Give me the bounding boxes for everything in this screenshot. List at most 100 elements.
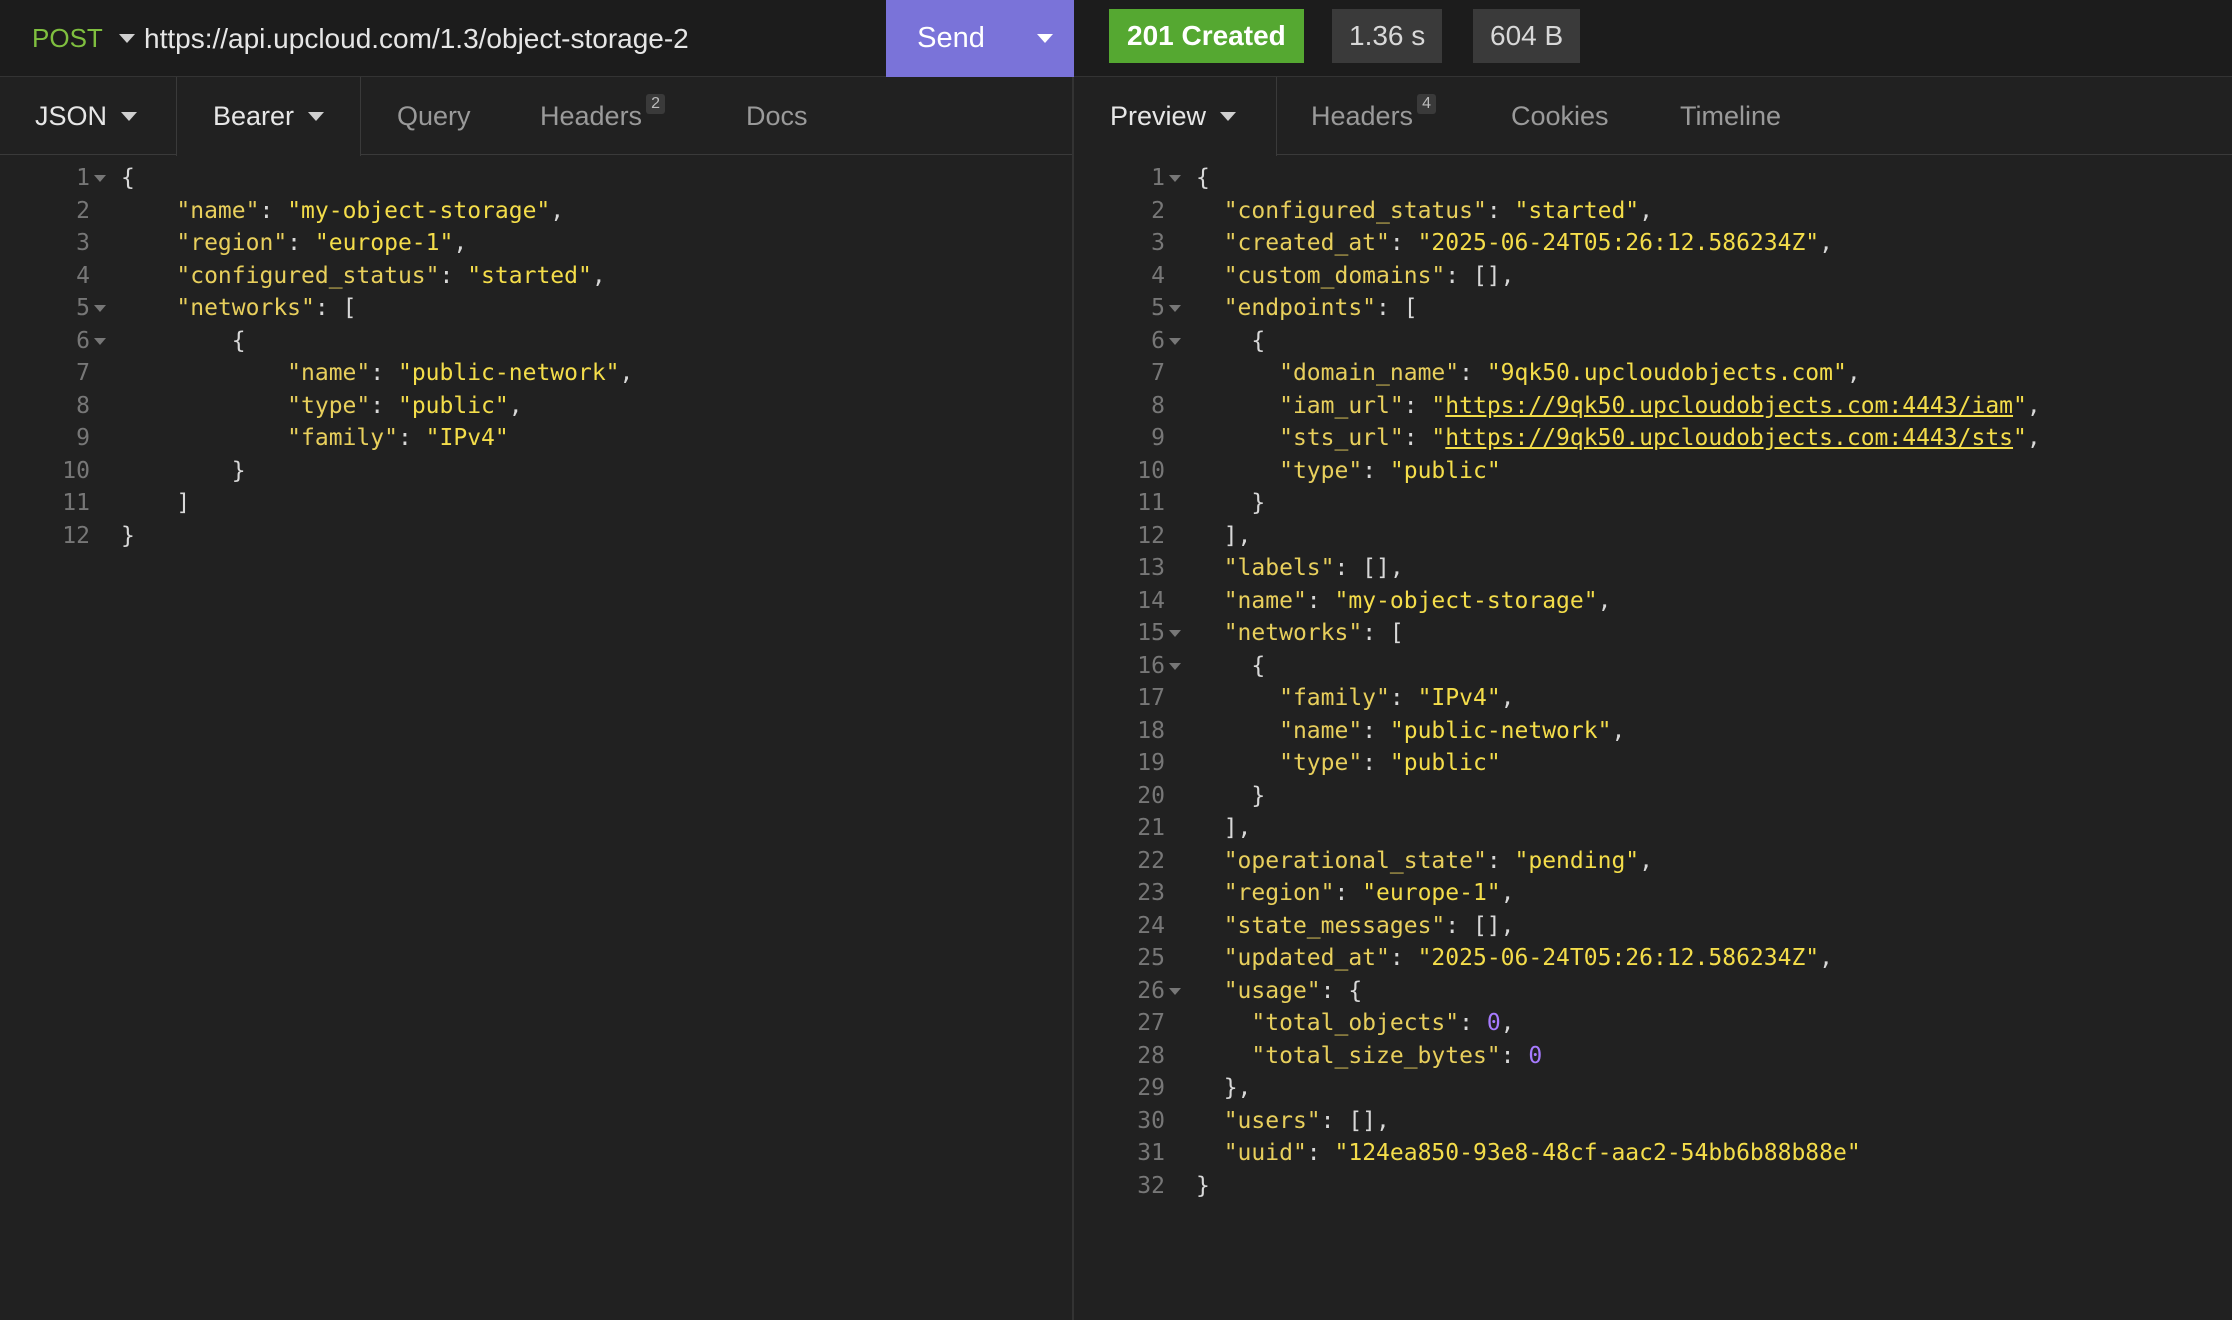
json-key: "labels" [1223, 555, 1335, 581]
json-number: 0 [1528, 1042, 1543, 1069]
code-line: 9 "family": "IPv4" [0, 422, 1072, 455]
code-line: 14 "name": "my-object-storage", [1076, 585, 2232, 618]
code-line: 18 "name": "public-network", [1076, 715, 2232, 748]
code-text: } [1196, 487, 1265, 520]
json-punct: : [370, 360, 398, 386]
json-link[interactable]: https://9qk50.upcloudobjects.com:4443/ia… [1445, 393, 2013, 419]
json-punct [121, 263, 176, 289]
tab-preview[interactable]: Preview [1076, 77, 1278, 156]
tab-query[interactable]: Query [397, 77, 471, 155]
fold-toggle-icon[interactable] [1169, 337, 1181, 345]
code-text: "total_objects": 0, [1196, 1007, 1514, 1040]
fold-toggle-icon[interactable] [94, 305, 106, 312]
method-dropdown[interactable]: POST [32, 0, 135, 77]
code-line: 5 "networks": [ [0, 292, 1072, 325]
code-text: { [121, 162, 135, 195]
json-key: "type" [287, 392, 371, 419]
line-number: 1 [1151, 165, 1165, 191]
code-text: "name": "public-network", [1196, 715, 1625, 748]
request-body-editor[interactable]: 1{2 "name": "my-object-storage", 3 "regio… [0, 162, 1072, 552]
json-punct: , [2026, 425, 2041, 451]
line-number: 28 [1137, 1042, 1165, 1069]
code-text: "region": "europe-1", [121, 227, 467, 260]
json-punct: : [ [1376, 295, 1418, 321]
url-input[interactable]: https://api.upcloud.com/1.3/object-stora… [144, 0, 884, 77]
json-punct [1196, 230, 1224, 256]
tab-auth[interactable]: Bearer [176, 77, 362, 156]
tab-cookies[interactable]: Cookies [1511, 77, 1609, 155]
line-number: 23 [1137, 880, 1165, 906]
line-number: 4 [1151, 262, 1165, 289]
code-line: 29 }, [1076, 1072, 2232, 1105]
json-punct: : [1486, 197, 1515, 224]
line-number: 25 [1137, 945, 1165, 971]
code-line: 8 "iam_url": "https://9qk50.upcloudobjec… [1076, 390, 2232, 423]
code-line: 12} [0, 520, 1072, 553]
json-punct: : [], [1334, 555, 1404, 581]
send-options-dropdown[interactable] [1016, 0, 1074, 77]
json-key: "family" [1279, 685, 1390, 711]
json-punct [1196, 458, 1279, 484]
line-number: 22 [1137, 847, 1165, 874]
code-line: 2 "configured_status": "started", [1076, 195, 2232, 228]
fold-toggle-icon[interactable] [1169, 987, 1181, 995]
fold-toggle-icon[interactable] [1169, 305, 1181, 312]
tab-headers[interactable]: Headers 2 [540, 77, 665, 155]
json-string: " [2013, 425, 2027, 451]
code-text: } [1196, 780, 1265, 813]
headers-count-badge: 2 [646, 94, 665, 114]
code-line: 11 ] [0, 487, 1072, 520]
fold-toggle-icon[interactable] [1169, 175, 1181, 182]
json-punct: , [1639, 197, 1653, 224]
tab-response-headers[interactable]: Headers 4 [1311, 77, 1436, 155]
chevron-down-icon [1037, 34, 1053, 43]
code-line: 28 "total_size_bytes": 0 [1076, 1040, 2232, 1073]
json-punct [1196, 360, 1279, 386]
code-text: "networks": [ [1196, 617, 1404, 650]
code-line: 3 "created_at": "2025-06-24T05:26:12.586… [1076, 227, 2232, 260]
json-punct [1196, 295, 1224, 321]
tab-docs[interactable]: Docs [746, 77, 808, 155]
json-punct [121, 295, 176, 321]
json-key: "total_objects" [1251, 1010, 1460, 1036]
json-punct: { [1196, 652, 1266, 679]
json-punct: { [1196, 327, 1266, 354]
json-string: "2025-06-24T05:26:12.586234Z" [1417, 230, 1820, 256]
tab-timeline[interactable]: Timeline [1680, 77, 1781, 155]
code-text: } [121, 520, 135, 553]
json-punct: , [2026, 392, 2041, 419]
line-number: 11 [1137, 490, 1165, 516]
json-punct: : [], [1445, 912, 1515, 939]
json-key: "configured_status" [1223, 197, 1487, 224]
code-text: "custom_domains": [], [1196, 260, 1515, 293]
json-key: "users" [1223, 1107, 1321, 1134]
json-link[interactable]: https://9qk50.upcloudobjects.com:4443/st… [1445, 425, 2013, 451]
json-key: "family" [287, 425, 398, 451]
line-number: 8 [1151, 392, 1165, 419]
code-text: "created_at": "2025-06-24T05:26:12.58623… [1196, 227, 1833, 260]
code-line: 10 "type": "public" [1076, 455, 2232, 488]
json-punct [1196, 750, 1279, 776]
json-punct: : [397, 425, 426, 451]
tab-body-type[interactable]: JSON [35, 77, 138, 155]
fold-toggle-icon[interactable] [1169, 662, 1181, 670]
chevron-down-icon [118, 34, 135, 43]
json-punct [1196, 263, 1224, 289]
json-string: "started" [1514, 197, 1640, 224]
code-text: { [1196, 650, 1265, 683]
fold-toggle-icon[interactable] [94, 337, 106, 345]
json-punct [121, 230, 176, 256]
code-text: "type": "public" [1196, 455, 1501, 488]
send-button[interactable]: Send [886, 0, 1074, 77]
fold-toggle-icon[interactable] [94, 175, 106, 182]
code-text: "endpoints": [ [1196, 292, 1418, 325]
line-number: 2 [1151, 197, 1165, 224]
line-number: 15 [1137, 620, 1165, 646]
code-text: "family": "IPv4" [121, 422, 509, 455]
code-line: 19 "type": "public" [1076, 747, 2232, 780]
json-punct [1196, 685, 1279, 711]
json-punct: : [1459, 1010, 1487, 1036]
json-punct: , [1500, 685, 1515, 711]
fold-toggle-icon[interactable] [1169, 630, 1181, 637]
json-punct [1196, 978, 1224, 1004]
